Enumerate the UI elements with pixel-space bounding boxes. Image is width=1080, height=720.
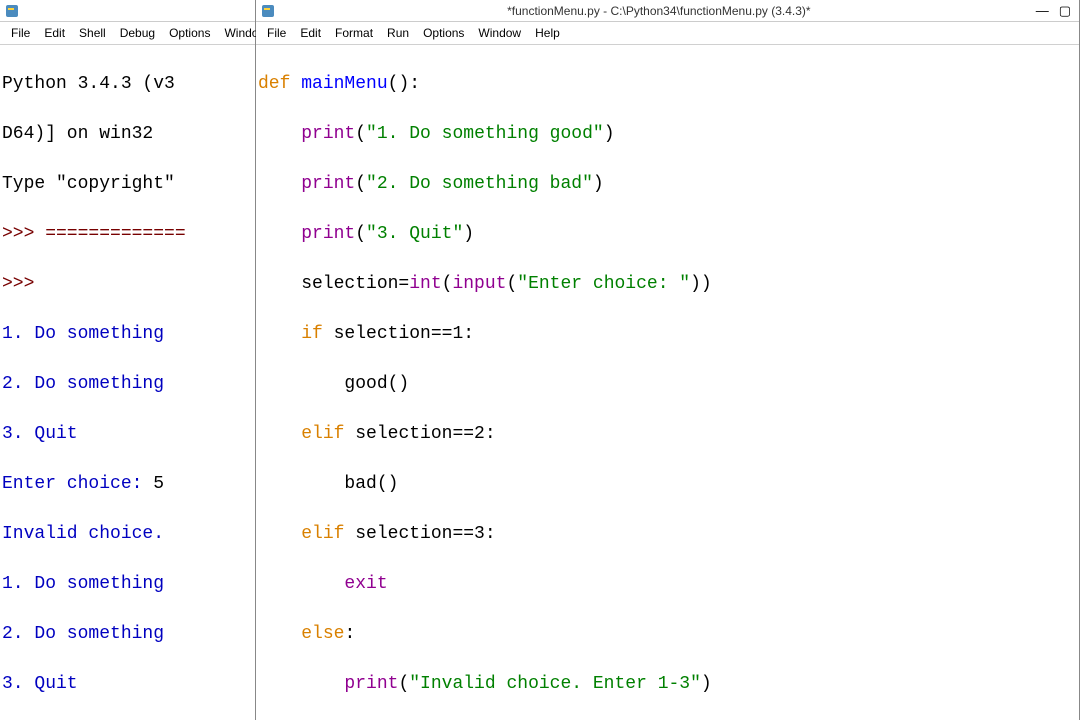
editor-menubar: File Edit Format Run Options Window Help [256, 22, 1079, 45]
indent [258, 324, 301, 344]
stdout-line: 3. Quit [0, 672, 255, 697]
indent [258, 624, 301, 644]
paren: ) [593, 174, 604, 194]
paren: ( [355, 174, 366, 194]
kw-elif: elif [301, 424, 344, 444]
menu-file[interactable]: File [260, 24, 293, 42]
menu-options[interactable]: Options [162, 24, 217, 42]
maximize-button[interactable]: ▢ [1059, 3, 1071, 19]
indent [258, 674, 344, 694]
banner-line: Type "copyright" [0, 172, 255, 197]
indent [258, 124, 301, 144]
menu-window[interactable]: Window [471, 24, 528, 42]
menu-file[interactable]: File [4, 24, 37, 42]
kw-else: else [301, 624, 344, 644]
menu-edit[interactable]: Edit [37, 24, 72, 42]
user-input: 5 [153, 474, 164, 494]
code-text: bad() [256, 472, 1079, 497]
indent [258, 424, 301, 444]
editor-titlebar: *functionMenu.py - C:\Python34\functionM… [256, 0, 1079, 22]
paren: )) [690, 274, 712, 294]
prompt: >>> [2, 274, 45, 294]
builtin: print [301, 174, 355, 194]
paren: ( [442, 274, 453, 294]
minimize-button[interactable]: — [1036, 3, 1049, 19]
code-text: selection==3: [344, 524, 495, 544]
fn-name: mainMenu [301, 74, 387, 94]
string: "2. Do something bad" [366, 174, 593, 194]
shell-titlebar [0, 0, 255, 22]
banner-line: Python 3.4.3 (v3 [0, 72, 255, 97]
paren: ( [398, 674, 409, 694]
stdout-line: 1. Do something [0, 322, 255, 347]
stdout-line: Enter choice: [2, 474, 153, 494]
stdout-line: 3. Quit [0, 422, 255, 447]
stdout-line: 2. Do something [0, 622, 255, 647]
indent [258, 174, 301, 194]
paren: ) [463, 224, 474, 244]
builtin: input [452, 274, 506, 294]
restart-divider: >>> ============= [2, 224, 186, 244]
code-text: (): [388, 74, 420, 94]
shell-output[interactable]: Python 3.4.3 (v3 D64)] on win32 Type "co… [0, 45, 255, 720]
string: "Invalid choice. Enter 1-3" [409, 674, 701, 694]
string: "3. Quit" [366, 224, 463, 244]
menu-shell[interactable]: Shell [72, 24, 113, 42]
paren: ) [701, 674, 712, 694]
code-text: selection==1: [323, 324, 474, 344]
builtin: print [301, 124, 355, 144]
code-text: : [344, 624, 355, 644]
menu-run[interactable]: Run [380, 24, 416, 42]
python-icon [4, 3, 20, 19]
code-text: good() [256, 372, 1079, 397]
kw-def: def [258, 74, 301, 94]
menu-options[interactable]: Options [416, 24, 471, 42]
indent [258, 574, 344, 594]
kw-elif: elif [301, 524, 344, 544]
paren: ( [506, 274, 517, 294]
builtin: print [344, 674, 398, 694]
editor-title: *functionMenu.py - C:\Python34\functionM… [282, 4, 1036, 18]
stdout-line: 1. Do something [0, 572, 255, 597]
indent [258, 224, 301, 244]
builtin: int [409, 274, 441, 294]
shell-menubar: File Edit Shell Debug Options Window [0, 22, 255, 45]
menu-help[interactable]: Help [528, 24, 567, 42]
builtin: exit [344, 574, 387, 594]
paren: ) [604, 124, 615, 144]
editor-window: *functionMenu.py - C:\Python34\functionM… [256, 0, 1080, 720]
stdout-line: Invalid choice. [0, 522, 255, 547]
menu-edit[interactable]: Edit [293, 24, 328, 42]
menu-format[interactable]: Format [328, 24, 380, 42]
banner-line: D64)] on win32 [0, 122, 255, 147]
builtin: print [301, 224, 355, 244]
code-text: selection= [258, 274, 409, 294]
paren: ( [355, 224, 366, 244]
stdout-line: 2. Do something [0, 372, 255, 397]
kw-if: if [301, 324, 323, 344]
paren: ( [355, 124, 366, 144]
string: "1. Do something good" [366, 124, 604, 144]
python-icon [260, 3, 276, 19]
shell-window: File Edit Shell Debug Options Window Pyt… [0, 0, 256, 720]
editor-content[interactable]: def mainMenu(): print("1. Do something g… [256, 45, 1079, 720]
window-controls: — ▢ [1036, 3, 1075, 19]
indent [258, 524, 301, 544]
menu-debug[interactable]: Debug [113, 24, 162, 42]
code-text: selection==2: [344, 424, 495, 444]
string: "Enter choice: " [517, 274, 690, 294]
